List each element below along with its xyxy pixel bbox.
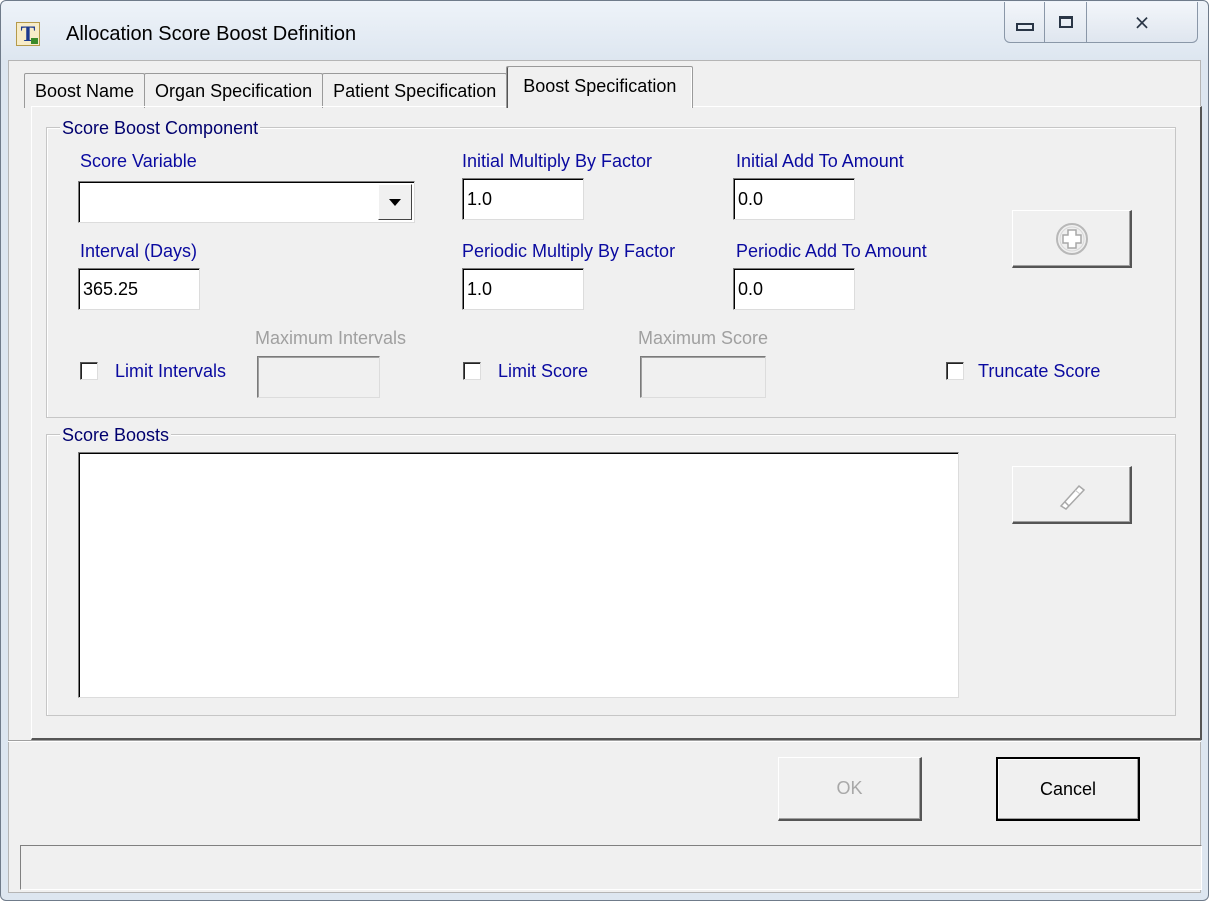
status-bar <box>20 845 1202 890</box>
close-button[interactable]: ⨯ <box>1087 2 1197 42</box>
chevron-down-icon[interactable] <box>378 184 412 220</box>
periodic-multiply-label: Periodic Multiply By Factor <box>462 241 676 261</box>
ok-button[interactable]: OK <box>778 757 922 821</box>
interval-label: Interval (Days) <box>80 241 198 261</box>
periodic-add-field[interactable]: 0.0 <box>733 268 855 310</box>
periodic-add-label: Periodic Add To Amount <box>736 241 927 261</box>
tab-organ-specification[interactable]: Organ Specification <box>144 73 324 108</box>
caption-buttons: ⨯ <box>1004 2 1198 43</box>
truncate-score-checkbox[interactable] <box>946 362 964 380</box>
initial-multiply-label: Initial Multiply By Factor <box>462 151 653 171</box>
minimize-icon <box>1015 23 1034 31</box>
plus-circle-icon <box>1055 222 1088 255</box>
interval-field[interactable]: 365.25 <box>78 268 200 310</box>
max-score-label: Maximum Score <box>638 328 769 348</box>
app-icon: T <box>16 22 40 46</box>
maximize-button[interactable] <box>1045 2 1087 42</box>
tab-strip: Boost Name Organ Specification Patient S… <box>24 66 694 108</box>
tab-boost-name[interactable]: Boost Name <box>24 73 146 108</box>
tab-patient-specification[interactable]: Patient Specification <box>322 73 508 108</box>
close-icon: ⨯ <box>1133 11 1151 34</box>
maximize-icon <box>1058 16 1073 28</box>
initial-multiply-field[interactable]: 1.0 <box>462 178 584 220</box>
truncate-score-label[interactable]: Truncate Score <box>978 361 1100 382</box>
eraser-icon <box>1059 484 1085 510</box>
score-variable-label: Score Variable <box>80 151 197 171</box>
score-boosts-legend: Score Boosts <box>60 425 172 445</box>
score-boosts-list[interactable] <box>78 452 959 698</box>
tab-boost-specification[interactable]: Boost Specification <box>506 66 694 108</box>
max-intervals-field[interactable] <box>257 356 380 398</box>
max-score-field[interactable] <box>640 356 766 398</box>
limit-score-label[interactable]: Limit Score <box>498 361 588 382</box>
remove-boost-button[interactable] <box>1012 466 1132 524</box>
title-bar[interactable]: T Allocation Score Boost Definition ⨯ <box>1 1 1210 61</box>
cancel-button[interactable]: Cancel <box>996 757 1140 821</box>
initial-add-label: Initial Add To Amount <box>736 151 904 171</box>
score-variable-dropdown[interactable] <box>78 181 415 223</box>
initial-add-field[interactable]: 0.0 <box>733 178 855 220</box>
footer-separator <box>8 740 1201 742</box>
limit-intervals-checkbox[interactable] <box>80 362 98 380</box>
limit-score-checkbox[interactable] <box>463 362 481 380</box>
limit-intervals-label[interactable]: Limit Intervals <box>115 361 226 382</box>
score-boost-component-legend: Score Boost Component <box>60 118 261 138</box>
add-boost-button[interactable] <box>1012 210 1132 268</box>
window-title: Allocation Score Boost Definition <box>66 23 357 45</box>
periodic-multiply-field[interactable]: 1.0 <box>462 268 584 310</box>
minimize-button[interactable] <box>1005 2 1045 42</box>
max-intervals-label: Maximum Intervals <box>255 328 407 348</box>
